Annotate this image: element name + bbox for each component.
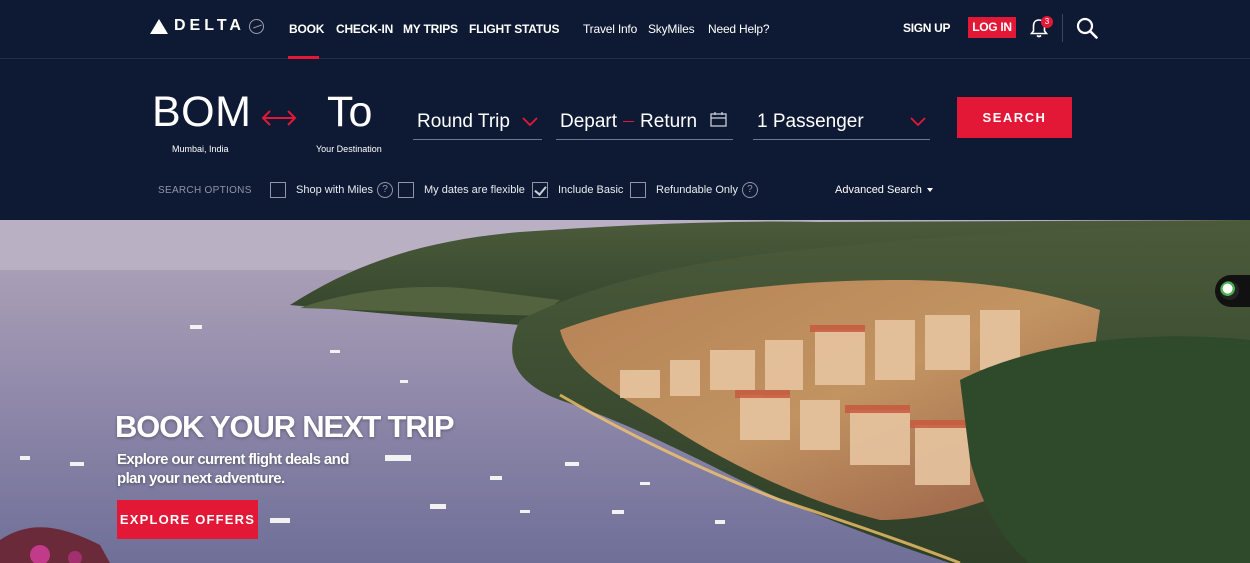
search-options-label: SEARCH OPTIONS xyxy=(158,185,252,196)
notification-count-badge: 3 xyxy=(1041,16,1053,28)
trip-type-value: Round Trip xyxy=(417,111,510,132)
depart-label: Depart xyxy=(560,111,618,132)
origin-airport-code[interactable]: BOM xyxy=(152,88,251,137)
brand-name: DELTA xyxy=(174,17,245,34)
floating-widget-icon[interactable] xyxy=(1215,275,1250,307)
nav-travel-info[interactable]: Travel Info xyxy=(583,22,637,36)
nav-check-in[interactable]: CHECK-IN xyxy=(336,22,393,36)
trip-type-select[interactable]: Round Trip xyxy=(413,100,542,140)
option-refundable-only[interactable]: Refundable Only ? xyxy=(630,181,758,199)
destination-airport-code[interactable]: To xyxy=(327,88,372,137)
log-in-button[interactable]: LOG IN xyxy=(968,17,1016,38)
booking-panel: BOM Mumbai, India To Your Destination Ro… xyxy=(0,60,1250,220)
option-label: Shop with Miles xyxy=(296,184,374,196)
shop-with-miles-checkbox[interactable] xyxy=(270,182,286,198)
top-navigation: DELTA BOOK CHECK-IN MY TRIPS FLIGHT STAT… xyxy=(0,0,1250,59)
search-flights-button[interactable]: SEARCH xyxy=(957,97,1072,138)
nav-skymiles[interactable]: SkyMiles xyxy=(648,22,695,36)
return-label: Return xyxy=(640,111,698,132)
explore-offers-button[interactable]: EXPLORE OFFERS xyxy=(117,500,258,539)
nav-book[interactable]: BOOK xyxy=(289,22,324,36)
hero-title: BOOK YOUR NEXT TRIP xyxy=(115,409,455,444)
advanced-search-label: Advanced Search xyxy=(835,184,922,196)
option-shop-with-miles[interactable]: Shop with Miles ? xyxy=(270,181,394,199)
destination-city: Your Destination xyxy=(316,144,382,154)
flexible-dates-checkbox[interactable] xyxy=(398,182,414,198)
date-separator xyxy=(623,121,635,123)
search-icon[interactable] xyxy=(1076,17,1098,39)
option-label: Include Basic xyxy=(558,184,624,196)
delta-logo[interactable]: DELTA xyxy=(150,17,264,35)
calendar-icon xyxy=(710,112,727,127)
swap-route-icon[interactable] xyxy=(260,108,298,128)
option-label: Refundable Only xyxy=(656,184,738,196)
active-nav-indicator xyxy=(288,56,319,59)
notifications-bell-icon[interactable]: 3 xyxy=(1029,16,1053,38)
nav-need-help[interactable]: Need Help? xyxy=(708,22,770,36)
chevron-down-icon xyxy=(910,117,926,126)
delta-widget-icon xyxy=(150,18,168,34)
help-icon[interactable]: ? xyxy=(377,182,394,198)
hero-subtitle: Explore our current flight deals and pla… xyxy=(117,451,349,487)
hero-banner: BOOK YOUR NEXT TRIP Explore our current … xyxy=(0,220,1250,563)
date-picker-field[interactable]: Depart Return xyxy=(556,100,733,140)
passenger-select[interactable]: 1 Passenger xyxy=(753,100,930,140)
passenger-value: 1 Passenger xyxy=(757,111,864,132)
caret-down-icon xyxy=(926,188,933,193)
nav-flight-status[interactable]: FLIGHT STATUS xyxy=(469,22,559,36)
skyteam-globe-icon xyxy=(248,18,264,34)
sign-up-link[interactable]: SIGN UP xyxy=(903,21,951,35)
refundable-only-checkbox[interactable] xyxy=(630,182,646,198)
origin-city: Mumbai, India xyxy=(172,144,229,154)
chevron-down-icon xyxy=(522,117,538,126)
nav-divider xyxy=(1062,14,1063,42)
advanced-search-link[interactable]: Advanced Search xyxy=(835,184,933,196)
option-label: My dates are flexible xyxy=(424,184,525,196)
include-basic-checkbox[interactable] xyxy=(532,182,548,198)
help-icon[interactable]: ? xyxy=(741,182,758,198)
option-flexible-dates[interactable]: My dates are flexible xyxy=(398,181,525,199)
option-include-basic[interactable]: Include Basic xyxy=(532,181,623,199)
nav-my-trips[interactable]: MY TRIPS xyxy=(403,22,458,36)
